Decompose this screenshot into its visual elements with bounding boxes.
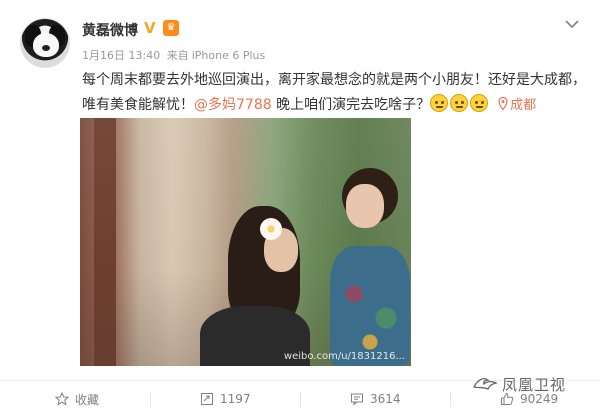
location-pin-icon <box>498 97 508 110</box>
photo-toddler-face <box>346 184 384 228</box>
verified-icon[interactable]: V <box>144 20 160 36</box>
member-icon[interactable]: ♛ <box>163 20 179 36</box>
photo-toddler-dress <box>330 246 410 366</box>
location-label: 成都 <box>510 98 537 113</box>
avatar[interactable] <box>20 18 70 68</box>
photo-flower <box>260 218 282 240</box>
post-photo[interactable]: weibo.com/u/1831216... <box>80 118 411 366</box>
divider <box>300 391 301 407</box>
post-source-prefix: 来自 <box>166 49 189 62</box>
post-source[interactable]: iPhone 6 Plus <box>192 49 266 62</box>
divider <box>450 391 451 407</box>
repost-count: 1197 <box>220 392 251 406</box>
doge-emoji <box>470 94 489 112</box>
repost-icon <box>201 393 213 405</box>
repost-button[interactable]: 1197 <box>200 381 251 416</box>
star-icon <box>55 392 69 406</box>
doge-emoji <box>450 94 469 112</box>
comment-button[interactable]: 3614 <box>350 381 401 416</box>
comment-count: 3614 <box>370 392 401 406</box>
phoenix-logo-icon <box>473 378 498 390</box>
photo-watermark: weibo.com/u/1831216... <box>283 351 405 362</box>
weibo-post: 黄磊微博 V ♛ 1月16日 13:40 来自 iPhone 6 Plus 每个周… <box>0 0 600 416</box>
post-text-part2: 晚上咱们演完去吃啥子？ <box>271 97 431 113</box>
post-content: 每个周末都要去外地巡回演出，离开家最想念的就是两个小朋友！还好是大成都，唯有美食… <box>82 68 588 118</box>
favorite-button[interactable]: 收藏 <box>55 381 99 416</box>
doge-emoji <box>430 94 449 112</box>
chevron-down-icon[interactable] <box>562 14 582 34</box>
brand-watermark: 凤凰卫视 <box>472 372 566 396</box>
comment-icon <box>351 393 363 406</box>
location-link[interactable]: 成都 <box>498 97 537 113</box>
avatar-nose <box>42 45 50 51</box>
mention-link[interactable]: @多妈7788 <box>194 97 272 113</box>
username[interactable]: 黄磊微博 <box>82 20 138 40</box>
brand-name: 凤凰卫视 <box>502 375 567 394</box>
post-date[interactable]: 1月16日 13:40 <box>82 49 160 62</box>
divider <box>150 391 151 407</box>
favorite-label: 收藏 <box>75 392 100 407</box>
post-meta: 1月16日 13:40 来自 iPhone 6 Plus <box>82 47 268 63</box>
